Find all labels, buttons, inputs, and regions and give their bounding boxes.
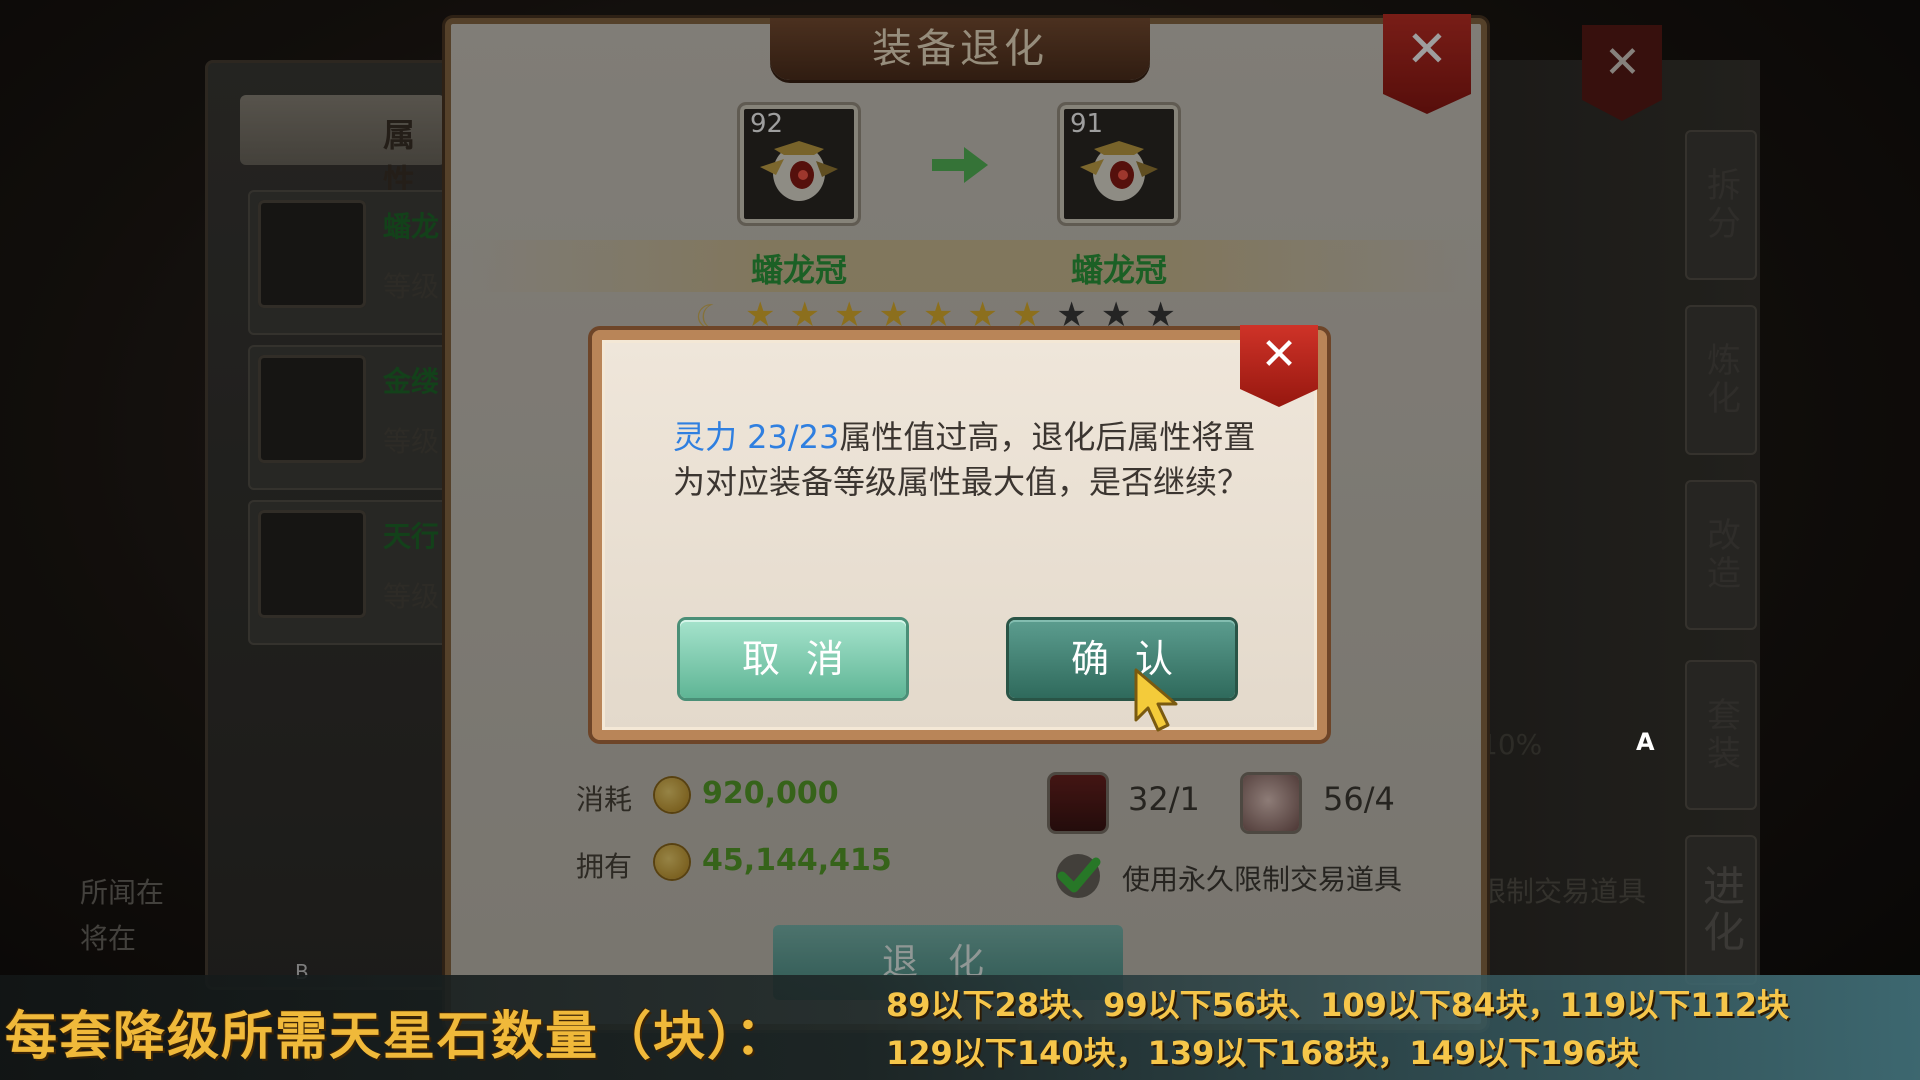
confirm-button[interactable]: 确认 (1009, 620, 1235, 698)
cancel-button[interactable]: 取消 (680, 620, 906, 698)
dialog-message: 灵力 23/23属性值过高，退化后属性将置为对应装备等级属性最大值，是否继续？ (673, 415, 1273, 505)
close-icon: ✕ (1260, 329, 1298, 380)
dialog-highlight: 灵力 23/23 (673, 418, 840, 456)
overlay-letter: A (1636, 728, 1655, 756)
banner-line-1: 89以下28块、99以下56块、109以下84块，119以下112块 (886, 986, 1790, 1024)
banner-title: 每套降级所需天星石数量（块）： (5, 1007, 790, 1067)
banner-line-2: 129以下140块，139以下168块，149以下196块 (886, 1034, 1639, 1072)
cursor-icon (1134, 668, 1178, 732)
cancel-button-label: 取消 (741, 637, 870, 681)
